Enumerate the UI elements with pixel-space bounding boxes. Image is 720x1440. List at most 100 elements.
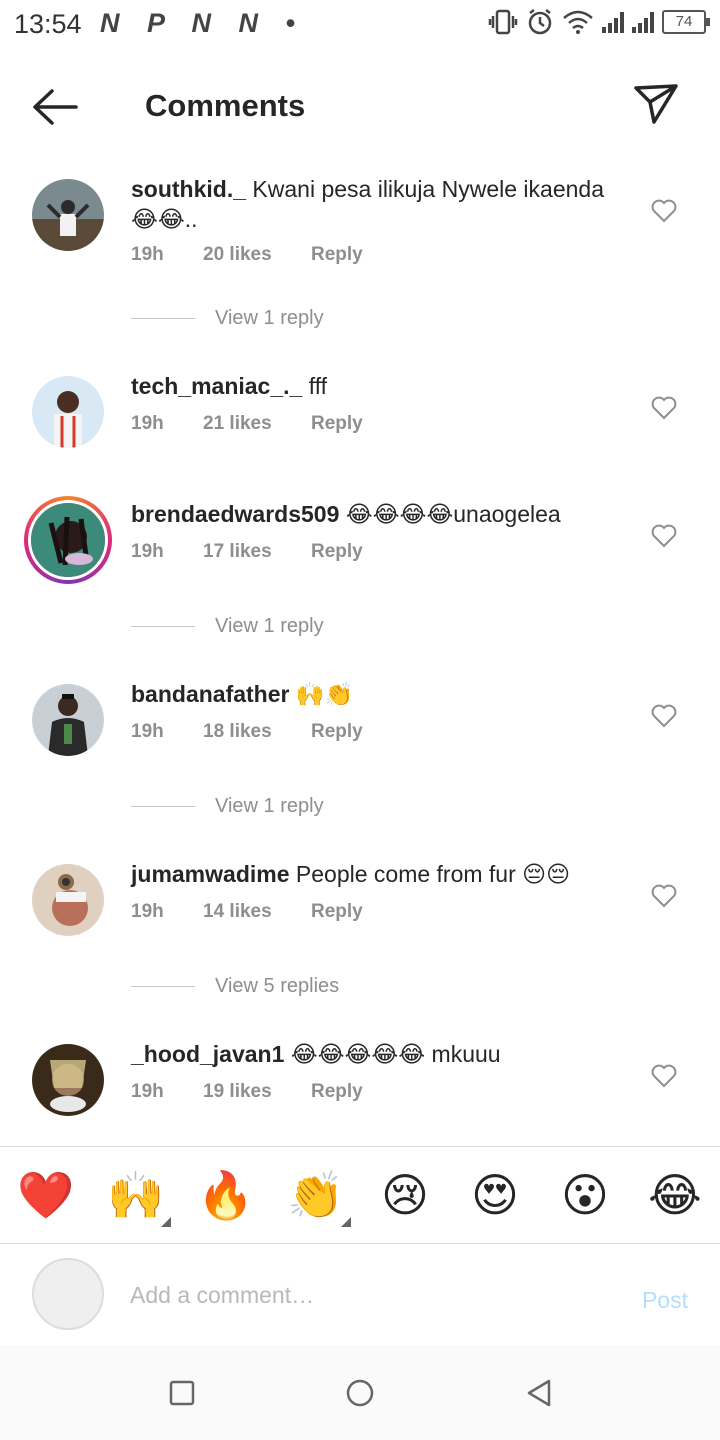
vibrate-icon [488, 9, 518, 35]
comment-username[interactable]: southkid._ [131, 176, 246, 202]
add-comment-input[interactable] [130, 1273, 590, 1317]
comment-time: 19h [131, 1081, 164, 1102]
comment-username[interactable]: _hood_javan1 [131, 1041, 284, 1067]
comment-body: People come from fur 😔😔 [295, 861, 571, 887]
comment-meta: 19h 18 likes Reply [131, 721, 363, 743]
page-title: Comments [145, 88, 306, 123]
comment-likes[interactable]: 20 likes [203, 244, 311, 266]
comment-body: 😂😂😂😂😂 mkuuu [290, 1041, 501, 1067]
heart-outline-icon[interactable] [651, 704, 677, 728]
comment-text: southkid._ Kwani pesa ilikuja Nywele ika… [131, 174, 631, 234]
signal-icon-2 [632, 11, 654, 33]
raising-hands-emoji-button[interactable]: 🙌 [107, 1169, 171, 1227]
comment-likes[interactable]: 19 likes [203, 1081, 311, 1103]
reply-button[interactable]: Reply [311, 541, 363, 563]
comment-username[interactable]: bandanafather [131, 681, 289, 707]
avatar[interactable] [32, 684, 104, 756]
comment-time: 19h [131, 901, 164, 922]
comment-text: jumamwadime People come from fur 😔😔 [131, 859, 631, 889]
view-replies-button[interactable]: View 5 replies [131, 975, 339, 998]
divider [131, 986, 195, 987]
comment-likes[interactable]: 21 likes [203, 413, 311, 435]
comment-input-bar: Post [0, 1245, 720, 1345]
heart-outline-icon[interactable] [651, 199, 677, 223]
view-replies-button[interactable]: View 1 reply [131, 307, 324, 330]
emoji-reaction-bar: ❤️ 🙌 🔥 👏 😢 😍 😮 😂 [0, 1146, 720, 1244]
avatar[interactable] [32, 864, 104, 936]
view-replies-button[interactable]: View 1 reply [131, 795, 324, 818]
avatar-story-ring[interactable] [24, 496, 112, 584]
reply-button[interactable]: Reply [311, 413, 363, 435]
skin-tone-indicator-icon [161, 1217, 171, 1227]
heart-outline-icon[interactable] [651, 396, 677, 420]
alarm-icon [528, 9, 552, 35]
paper-plane-icon[interactable] [632, 80, 680, 128]
square-icon[interactable] [167, 1378, 197, 1408]
fire-emoji-button[interactable]: 🔥 [197, 1169, 254, 1221]
reply-button[interactable]: Reply [311, 901, 363, 923]
system-nav-bar [0, 1345, 720, 1440]
comment-body: fff [308, 373, 328, 399]
skin-tone-indicator-icon [341, 1217, 351, 1227]
comment-time: 19h [131, 244, 164, 265]
view-replies-label: View 1 reply [215, 615, 324, 637]
comment-likes[interactable]: 14 likes [203, 901, 311, 923]
comment-meta: 19h 21 likes Reply [131, 413, 363, 435]
comment-time: 19h [131, 413, 164, 434]
comment-meta: 19h 19 likes Reply [131, 1081, 363, 1103]
wifi-icon [563, 10, 593, 34]
status-bar: 13:54 N P N N • 74 [0, 0, 720, 50]
status-right: 74 [488, 8, 710, 36]
raising-hands-emoji: 🙌 [107, 1169, 165, 1221]
status-time: 13:54 [14, 9, 82, 39]
circle-icon[interactable] [345, 1378, 375, 1408]
comment-meta: 19h 14 likes Reply [131, 901, 363, 923]
reply-button[interactable]: Reply [311, 1081, 363, 1103]
crying-emoji-button[interactable]: 😢 [377, 1169, 433, 1221]
heart-emoji-button[interactable]: ❤️ [17, 1169, 74, 1221]
signal-icon [602, 11, 624, 33]
comment-text: tech_maniac_._ fff [131, 371, 631, 401]
avatar[interactable] [32, 179, 104, 251]
reply-button[interactable]: Reply [311, 244, 363, 266]
comment-text: brendaedwards509 😂😂😂😂unaogelea [131, 499, 631, 529]
heart-eyes-emoji-button[interactable]: 😍 [467, 1169, 523, 1221]
comment-likes[interactable]: 18 likes [203, 721, 311, 743]
view-replies-label: View 1 reply [215, 307, 324, 329]
reply-button[interactable]: Reply [311, 721, 363, 743]
comment-meta: 19h 17 likes Reply [131, 541, 363, 563]
view-replies-button[interactable]: View 1 reply [131, 615, 324, 638]
comment-text: _hood_javan1 😂😂😂😂😂 mkuuu [131, 1039, 631, 1069]
back-arrow-icon[interactable] [30, 84, 80, 130]
heart-outline-icon[interactable] [651, 524, 677, 548]
avatar[interactable] [32, 376, 104, 448]
battery-icon: 74 [662, 10, 710, 34]
divider [131, 318, 195, 319]
view-replies-label: View 1 reply [215, 795, 324, 817]
clapping-emoji: 👏 [287, 1169, 345, 1221]
comment-username[interactable]: brendaedwards509 [131, 501, 339, 527]
comment-time: 19h [131, 541, 164, 562]
avatar [32, 1258, 104, 1330]
heart-outline-icon[interactable] [651, 884, 677, 908]
divider [131, 806, 195, 807]
triangle-back-icon[interactable] [525, 1378, 555, 1408]
header: Comments [0, 60, 720, 156]
comment-likes[interactable]: 17 likes [203, 541, 311, 563]
laughing-emoji-button[interactable]: 😂 [647, 1169, 703, 1221]
notification-icons: N P N N • [100, 8, 305, 38]
clapping-emoji-button[interactable]: 👏 [287, 1169, 351, 1227]
comment-body: 😂😂😂😂unaogelea [345, 501, 561, 527]
comment-text: bandanafather 🙌👏 [131, 679, 631, 709]
avatar[interactable] [32, 1044, 104, 1116]
divider [131, 626, 195, 627]
view-replies-label: View 5 replies [215, 975, 340, 997]
surprised-emoji-button[interactable]: 😮 [557, 1169, 613, 1221]
comment-body: 🙌👏 [295, 681, 354, 707]
comment-username[interactable]: jumamwadime [131, 861, 290, 887]
comment-meta: 19h 20 likes Reply [131, 244, 363, 266]
comment-username[interactable]: tech_maniac_._ [131, 373, 302, 399]
heart-outline-icon[interactable] [651, 1064, 677, 1088]
comment-time: 19h [131, 721, 164, 742]
post-button[interactable]: Post [642, 1287, 688, 1314]
